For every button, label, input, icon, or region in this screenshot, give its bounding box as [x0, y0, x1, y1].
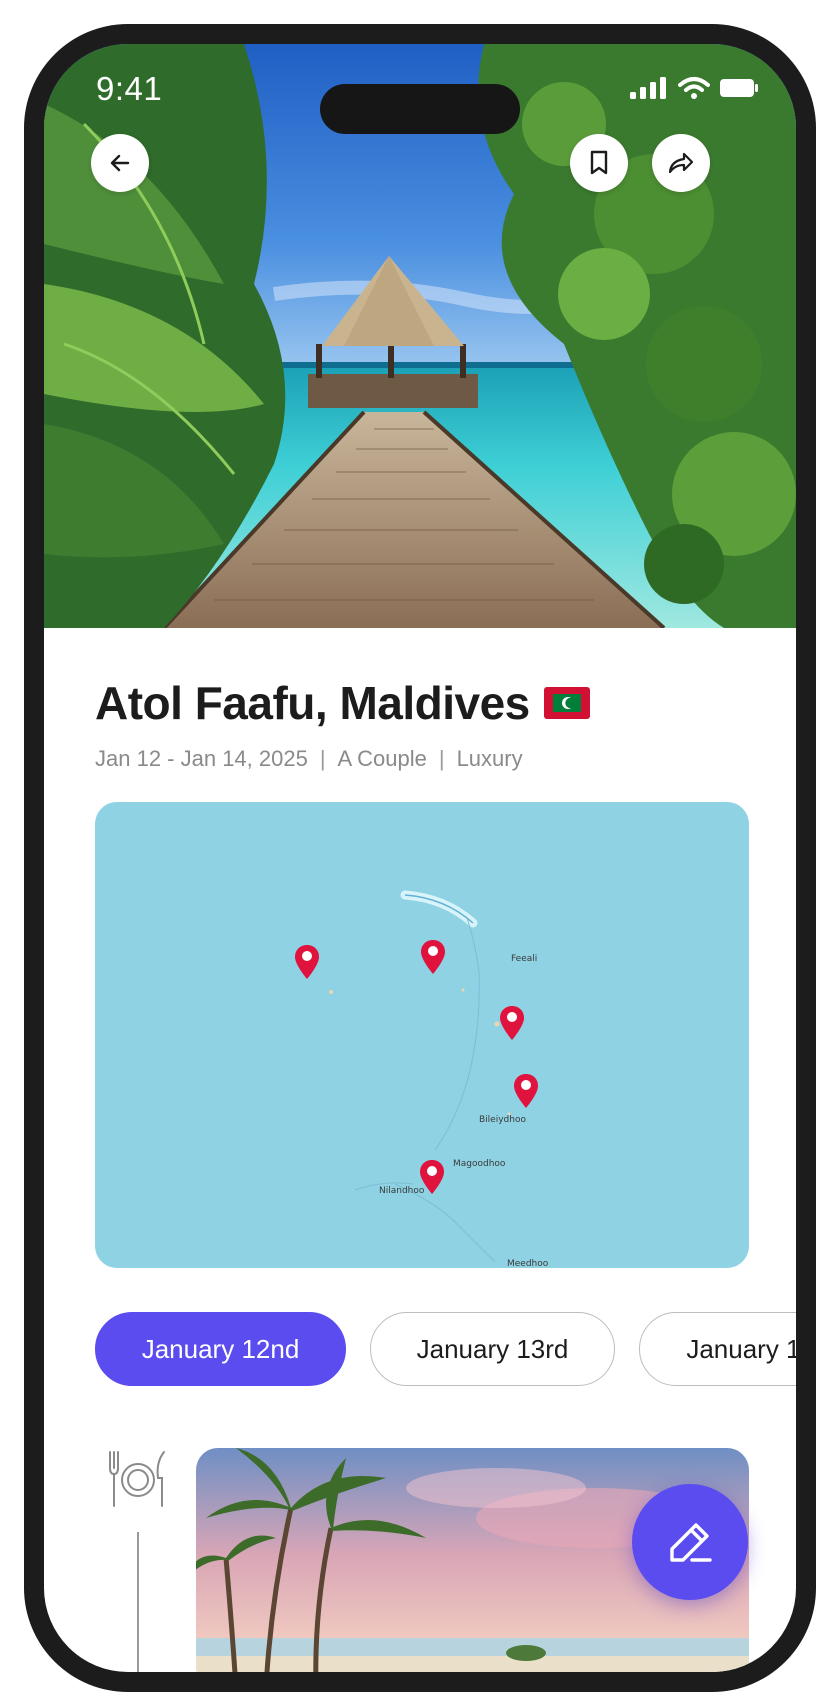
status-bar-icons — [630, 76, 758, 100]
day-chip-january-14[interactable]: January 14th — [639, 1312, 796, 1386]
back-button[interactable] — [91, 134, 149, 192]
bookmark-icon — [590, 150, 608, 175]
edit-pencil-icon — [670, 1523, 712, 1562]
hero-image: 9:41 — [44, 44, 796, 628]
day-selector: January 12nd January 13rd January 14th — [95, 1312, 796, 1386]
map-pin-icon[interactable] — [421, 940, 445, 974]
map-pin-icon[interactable] — [420, 1160, 444, 1194]
battery-icon — [720, 79, 758, 97]
cellular-signal-icon — [630, 77, 666, 99]
arrow-left-icon — [110, 154, 130, 172]
map-atoll-shapes — [329, 890, 511, 1263]
map-label-meedhoo: Meedhoo — [507, 1259, 549, 1268]
destination-title-row: Atol Faafu, Maldives — [95, 676, 590, 730]
status-bar-time: 9:41 — [96, 70, 163, 107]
maldives-flag-icon — [543, 687, 590, 719]
separator: | — [319, 746, 326, 771]
wifi-icon — [678, 77, 710, 99]
map-label-magoodhoo: Magoodhoo — [453, 1159, 506, 1169]
trip-style: Luxury — [456, 746, 523, 771]
dining-icon — [109, 1451, 165, 1507]
trip-travelers: A Couple — [337, 746, 427, 771]
map-label-bileiydhoo: Bileiydhoo — [479, 1115, 526, 1125]
map-pin-icon[interactable] — [514, 1074, 538, 1108]
bookmark-button[interactable] — [570, 134, 628, 192]
app-canvas: 9:41 Atol Faafu, Maldives Jan 12 - Jan 1… — [0, 0, 832, 1707]
timeline-line — [137, 1532, 139, 1672]
day-chip-january-13[interactable]: January 13rd — [370, 1312, 615, 1386]
separator: | — [438, 746, 445, 771]
trip-details: Jan 12 - Jan 14, 2025 | A Couple | Luxur… — [95, 746, 523, 772]
dynamic-island — [320, 84, 520, 134]
itinerary-map[interactable]: Feeali Bileiydhoo Magoodhoo Nilandhoo Me… — [95, 802, 749, 1268]
destination-title: Atol Faafu, Maldives — [95, 677, 530, 729]
share-icon — [668, 152, 694, 174]
screen: 9:41 Atol Faafu, Maldives Jan 12 - Jan 1… — [44, 44, 796, 1672]
trip-dates: Jan 12 - Jan 14, 2025 — [95, 746, 308, 771]
map-label-feeali: Feeali — [511, 954, 538, 964]
map-label-nilandhoo: Nilandhoo — [379, 1186, 425, 1196]
map-pin-icon[interactable] — [500, 1006, 524, 1040]
edit-button[interactable] — [632, 1484, 748, 1600]
share-button[interactable] — [652, 134, 710, 192]
map-pin-icon[interactable] — [295, 945, 319, 979]
day-chip-january-12[interactable]: January 12nd — [95, 1312, 346, 1386]
